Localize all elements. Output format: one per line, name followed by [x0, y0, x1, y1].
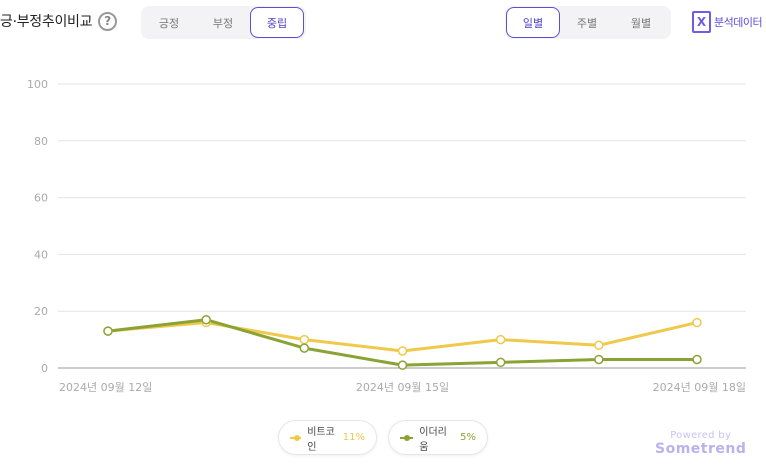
data-point-series-1 [692, 354, 702, 365]
data-point-series-0 [594, 340, 604, 351]
chart-title: 긍·부정추이비교 [0, 14, 93, 30]
period-tab-group: 일별 주별 월별 [505, 6, 671, 39]
legend-label-ethereum: 이더리움 [419, 426, 447, 453]
help-icon[interactable]: ? [98, 11, 118, 31]
x-tick-label: 2024년 09월 18일 [653, 380, 746, 394]
legend-value-bitcoin: 11% [342, 432, 365, 443]
legend-swatch-ethereum [400, 434, 414, 441]
data-point-series-1 [495, 357, 506, 368]
legend-value-ethereum: 5% [460, 432, 476, 443]
x-tick-label: 2024년 09월 15일 [356, 380, 449, 394]
line-chart: 0 20 40 60 80 100 2024년 09월 12일 2024년 09월 15일 20… [27, 78, 746, 394]
y-tick-label: 40 [34, 248, 48, 261]
tab-neutral[interactable]: 중립 [250, 7, 304, 38]
tab-positive[interactable]: 긍정 [142, 7, 196, 38]
powered-by-logo: Powered by Sometrend [655, 430, 746, 457]
legend-item-ethereum[interactable]: 이더리움 5% [388, 420, 488, 455]
data-point-series-0 [495, 334, 506, 345]
export-data-label: 분석데이터 [714, 16, 763, 29]
legend-label-bitcoin: 비트코인 [307, 426, 335, 453]
data-point-series-0 [692, 317, 702, 328]
y-tick-label: 100 [27, 78, 48, 91]
data-point-series-0 [299, 334, 310, 345]
export-data-button[interactable]: X 분석데이터 [692, 11, 763, 33]
legend-item-bitcoin[interactable]: 비트코인 11% [278, 420, 377, 455]
excel-icon: X [692, 11, 711, 33]
y-tick-label: 80 [34, 135, 48, 148]
data-point-series-1 [594, 354, 604, 365]
data-point-series-1 [103, 326, 113, 336]
x-tick-label: 2024년 09월 12일 [59, 380, 152, 394]
data-point-series-1 [397, 360, 408, 370]
tab-weekly[interactable]: 주별 [560, 7, 614, 38]
tab-negative[interactable]: 부정 [196, 7, 250, 38]
chart-header: 긍·부정추이비교 ? [0, 11, 118, 31]
tab-daily[interactable]: 일별 [506, 7, 560, 38]
data-point-series-1 [299, 343, 310, 353]
powered-by-text: Powered by [670, 430, 732, 441]
sentiment-tab-group: 긍정 부정 중립 [141, 6, 306, 39]
y-tick-label: 20 [34, 305, 48, 318]
y-tick-label: 60 [34, 192, 48, 205]
y-tick-label: 0 [41, 362, 48, 375]
data-point-series-0 [397, 346, 408, 356]
legend-swatch-bitcoin [290, 434, 302, 441]
brand-logo: Sometrend [655, 441, 747, 457]
tab-monthly[interactable]: 월별 [614, 7, 668, 38]
data-point-series-1 [201, 314, 211, 325]
